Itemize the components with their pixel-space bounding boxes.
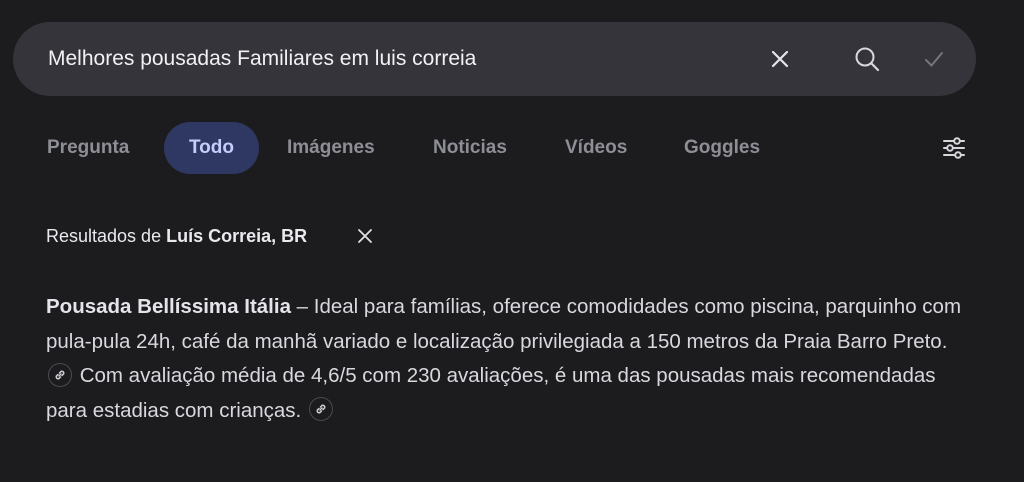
location-info: Resultados de Luís Correia, BR <box>46 222 307 250</box>
tab-videos[interactable]: Vídeos <box>565 122 627 174</box>
answer-title: Pousada Bellíssima Itália <box>46 295 291 318</box>
tab-noticias[interactable]: Noticias <box>433 122 507 174</box>
search-icon[interactable] <box>853 45 881 73</box>
check-icon[interactable] <box>920 45 948 73</box>
tab-goggles[interactable]: Goggles <box>684 122 760 174</box>
answer-paragraph: Pousada Bellíssima Itália – Ideal para f… <box>46 290 966 428</box>
search-input[interactable]: Melhores pousadas Familiares em luis cor… <box>48 22 476 96</box>
sliders-icon[interactable] <box>940 134 968 162</box>
search-bar[interactable]: Melhores pousadas Familiares em luis cor… <box>13 22 976 96</box>
link-icon[interactable] <box>48 362 72 387</box>
close-icon[interactable] <box>356 227 374 245</box>
location-name: Luís Correia, BR <box>166 226 308 246</box>
tab-pregunta[interactable]: Pregunta <box>47 122 129 174</box>
tab-bar: Pregunta Todo Imágenes Noticias Vídeos G… <box>0 122 1024 174</box>
link-icon[interactable] <box>308 397 333 422</box>
tab-imagenes[interactable]: Imágenes <box>287 122 375 174</box>
close-icon[interactable] <box>766 45 794 73</box>
answer-text-2: Com avaliação média de 4,6/5 com 230 ava… <box>46 364 936 422</box>
tab-todo[interactable]: Todo <box>164 122 259 174</box>
location-prefix: Resultados de <box>46 226 167 246</box>
